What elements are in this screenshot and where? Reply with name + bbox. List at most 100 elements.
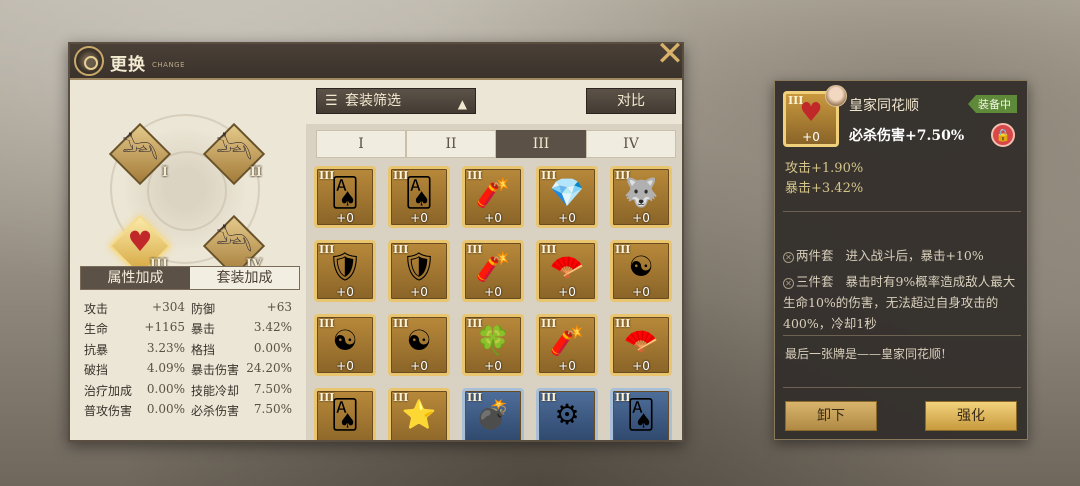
set-mark-icon: ✕ — [783, 252, 794, 263]
equipment-detail-panel: III ♥ +0 皇家同花顺 装备中 必杀伤害+7.50% 🔒 攻击+1.90%… — [774, 80, 1028, 440]
equipment-item[interactable]: III ⚙ — [536, 388, 598, 440]
equipment-item[interactable]: III 🪭 +0 — [610, 314, 672, 376]
sub-stat: 暴击+3.42% — [785, 181, 864, 196]
equipment-item[interactable]: III 🧨 +0 — [536, 314, 598, 376]
stat-name: 生命 — [84, 322, 109, 337]
sub-stats: 攻击+1.90% 暴击+3.42% — [785, 159, 863, 199]
equipment-item[interactable]: III 💎 +0 — [536, 166, 598, 228]
equipment-item[interactable]: III 🍀 +0 — [462, 314, 524, 376]
enhance-button[interactable]: 强化 — [925, 401, 1017, 431]
set-filter-dropdown[interactable]: ☰ 套装筛选 ▲ — [316, 88, 476, 114]
stat-value: 0.00% — [253, 340, 292, 355]
stats-table: 攻击 +304 防御 +63 生命 +1165 暴击 3.42% 抗暴 3.23% 格挡 0.00% 破… — [84, 298, 298, 421]
stat-value: 0.00% — [146, 381, 185, 396]
close-icon[interactable]: ✕ — [652, 37, 688, 74]
equipment-item[interactable]: III 🂡 — [314, 388, 376, 440]
stat-cell: 破挡 4.09% — [84, 361, 191, 378]
lock-icon[interactable]: 🔒 — [991, 123, 1015, 147]
set-filter-label: 套装筛选 — [345, 93, 401, 109]
equipment-item[interactable]: III 🪭 +0 — [536, 240, 598, 302]
triangle-up-icon: ▲ — [457, 97, 467, 111]
sub-stat: 攻击+1.90% — [785, 161, 864, 176]
compare-button[interactable]: 对比 — [586, 88, 676, 114]
position-tabs: I II III IV — [316, 130, 676, 158]
playing-cards-icon: ♥ — [127, 225, 153, 258]
playing-cards-icon: 🂡 — [626, 398, 656, 431]
anubis-head-icon: 🐺 — [623, 176, 659, 209]
equipment-item[interactable]: III 🛡 +0 — [388, 240, 450, 302]
flavor-text: 最后一张牌是——皇家同花顺! — [785, 347, 946, 361]
stat-value: +1165 — [144, 320, 185, 335]
page-title: 更换 — [110, 55, 146, 75]
equipment-item[interactable]: III ☯ +0 — [610, 240, 672, 302]
stat-name: 抗暴 — [84, 342, 109, 357]
stat-cell: 普攻伤害 0.00% — [84, 402, 191, 419]
stat-value: +63 — [266, 299, 292, 314]
equipment-item[interactable]: III ☯ +0 — [388, 314, 450, 376]
fan-icon: 🪭 — [549, 250, 585, 283]
equip-slot-2[interactable]: 𓃢 II — [202, 122, 266, 186]
stat-value: 0.00% — [146, 402, 185, 417]
stat-row: 生命 +1165 暴击 3.42% — [84, 319, 298, 340]
stat-value: 4.09% — [146, 361, 185, 376]
equipment-item[interactable]: III ⭐ — [388, 388, 450, 440]
equipment-item[interactable]: III 🂡 +0 — [388, 166, 450, 228]
main-stat: 必杀伤害+7.50% — [849, 128, 965, 144]
divider — [783, 335, 1021, 336]
gear-ring-icon: ⚙ — [554, 398, 580, 431]
fan-icon: 🪭 — [623, 324, 659, 357]
armor-icon: 🛡 — [401, 250, 437, 283]
anubis-head-icon: 𓃢 — [216, 225, 253, 258]
stat-name: 暴击 — [191, 322, 216, 337]
avatar — [825, 85, 847, 107]
stat-name: 普攻伤害 — [84, 404, 133, 419]
unequip-button[interactable]: 卸下 — [785, 401, 877, 431]
stat-cell: 防御 +63 — [191, 300, 298, 317]
change-panel: 更换 CHANGE 𓃢 I 𓃢 II ♥ III 𓃢 IV 属性加成 套装加成 … — [68, 42, 684, 442]
stat-cell: 格挡 0.00% — [191, 341, 298, 358]
dynamite-icon: 🧨 — [475, 250, 511, 283]
stat-value: +304 — [152, 299, 185, 314]
equipment-item[interactable]: III 🂡 +0 — [314, 166, 376, 228]
stat-cell: 抗暴 3.23% — [84, 341, 191, 358]
anubis-head-icon: 𓃢 — [216, 133, 253, 166]
equipment-item[interactable]: III 🧨 +0 — [462, 166, 524, 228]
divider — [783, 387, 1021, 388]
armor-icon: 🛡 — [327, 250, 363, 283]
stat-value: 3.23% — [146, 340, 185, 355]
equipment-item[interactable]: III 🛡 +0 — [314, 240, 376, 302]
equipment-item[interactable]: III 🂡 — [610, 388, 672, 440]
stat-name: 破挡 — [84, 363, 109, 378]
equipment-item[interactable]: III ☯ +0 — [314, 314, 376, 376]
equipment-grid: III 🂡 +0 III 🂡 +0 III 🧨 +0 III 💎 +0 III 🐺 +0 III 🛡 +0 III 🛡… — [314, 166, 682, 440]
stat-name: 攻击 — [84, 301, 109, 316]
page-subtitle: CHANGE — [152, 61, 186, 69]
stat-name: 格挡 — [191, 342, 216, 357]
equipped-badge: 装备中 — [968, 95, 1017, 113]
stat-cell: 攻击 +304 — [84, 300, 191, 317]
equipment-item[interactable]: III 💣 — [462, 388, 524, 440]
tab-position-1[interactable]: I — [316, 130, 406, 158]
equipment-grid-area: I II III IV III 🂡 +0 III 🂡 +0 III 🧨 +0 III 💎 +0 III 🐺… — [306, 124, 682, 440]
tab-position-3[interactable]: III — [496, 130, 586, 158]
tab-set-bonus[interactable]: 套装加成 — [190, 267, 299, 289]
tab-position-4[interactable]: IV — [586, 130, 676, 158]
stat-row: 攻击 +304 防御 +63 — [84, 298, 298, 319]
equip-slot-1[interactable]: 𓃢 I — [108, 122, 172, 186]
set-bonus-3: ✕ 三件套 暴击时有9%概率造成敌人最大生命10%的伤害，无法超过自身攻击的400… — [783, 274, 1016, 331]
tab-position-2[interactable]: II — [406, 130, 496, 158]
shield-star-icon: ⭐ — [401, 398, 437, 431]
stat-value: 24.20% — [246, 361, 292, 376]
title-bar: 更换 CHANGE — [70, 44, 682, 80]
stat-name: 治疗加成 — [84, 383, 133, 398]
equipment-item[interactable]: III 🐺 +0 — [610, 166, 672, 228]
set-bonus-2: ✕ 两件套 进入战斗后，暴击+10% — [783, 245, 1019, 266]
stat-name: 防御 — [191, 301, 216, 316]
equipment-item[interactable]: III 🧨 +0 — [462, 240, 524, 302]
stat-cell: 暴击伤害 24.20% — [191, 361, 298, 378]
list-icon: ☰ — [325, 93, 338, 109]
tab-attribute-bonus[interactable]: 属性加成 — [81, 267, 190, 289]
stat-cell: 必杀伤害 7.50% — [191, 402, 298, 419]
stat-name: 暴击伤害 — [191, 363, 240, 378]
playing-cards-icon: 🂡 — [404, 176, 434, 209]
